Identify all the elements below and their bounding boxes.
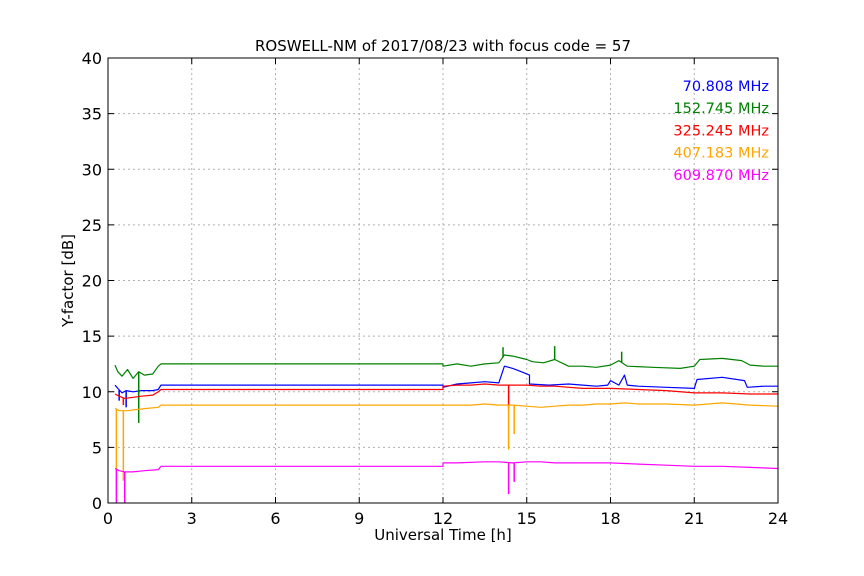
y-tick-label: 20 [82,272,102,291]
legend-entry: 152.745 MHz [673,101,769,117]
x-tick-label: 3 [187,509,197,528]
legend-entry: 325.245 MHz [673,123,769,139]
legend: 70.808 MHz 152.745 MHz 325.245 MHz 407.183 … [673,79,769,184]
x-tick-label: 15 [517,509,537,528]
x-tick-label: 24 [768,509,788,528]
x-tick-label: 9 [354,509,364,528]
x-tick-label: 18 [600,509,620,528]
x-tick-label: 21 [684,509,704,528]
y-tick-label: 0 [92,494,102,513]
y-tick-label: 40 [82,49,102,68]
y-tick-label: 25 [82,216,102,235]
y-tick-label: 30 [82,160,102,179]
x-axis-label: Universal Time [h] [374,526,512,544]
x-tick-label: 6 [270,509,280,528]
legend-entry: 609.870 MHz [673,168,769,184]
y-tick-label: 10 [82,383,102,402]
y-tick-label: 35 [82,105,102,124]
x-tick-label: 0 [103,509,113,528]
y-axis-label: Y-factor [dB] [59,234,77,328]
legend-entry: 407.183 MHz [673,146,769,162]
legend-entry: 70.808 MHz [683,79,769,95]
y-tick-label: 5 [92,438,102,457]
chart-title: ROSWELL-NM of 2017/08/23 with focus code… [255,37,631,55]
chart: 0 3 6 9 12 15 18 21 240510152025303540 ROSWELL-N… [0,0,864,576]
y-tick-label: 15 [82,327,102,346]
